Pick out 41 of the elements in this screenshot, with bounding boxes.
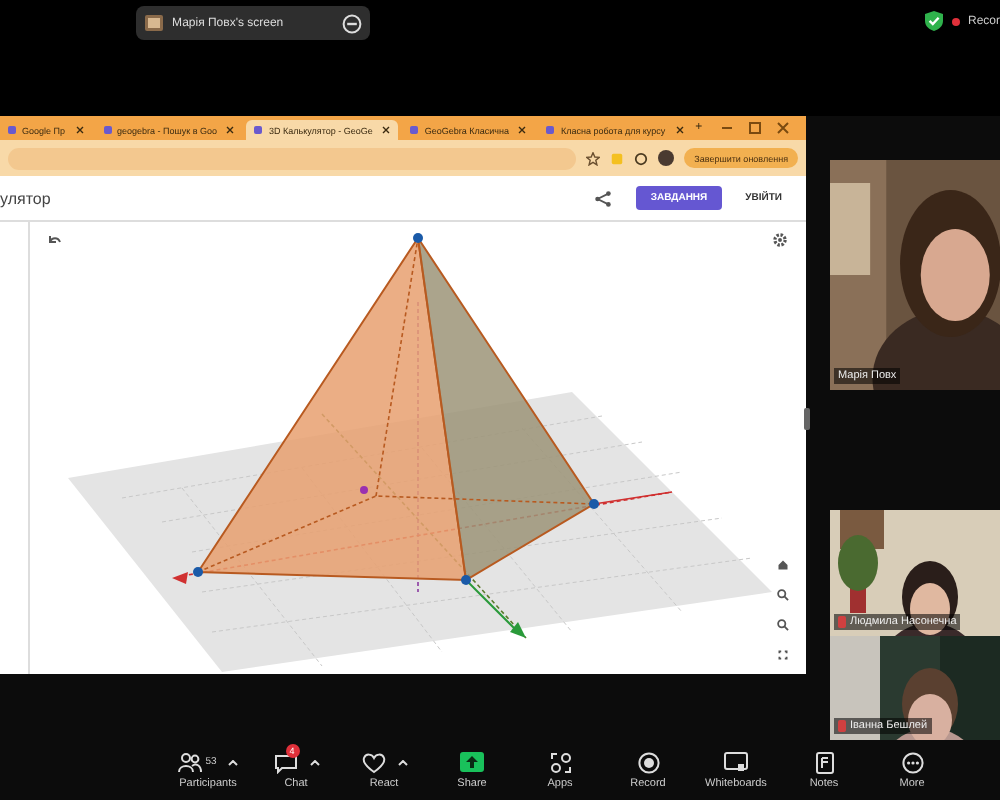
fullscreen-icon[interactable] <box>774 646 792 664</box>
close-icon[interactable] <box>75 126 83 134</box>
record-icon <box>637 751 659 773</box>
window-controls-icon[interactable] <box>722 122 790 134</box>
screen-icon <box>144 14 164 32</box>
tab-icon <box>546 126 555 134</box>
address-field[interactable] <box>8 147 577 169</box>
zoom-out-icon[interactable] <box>774 616 792 634</box>
close-icon[interactable] <box>675 126 684 134</box>
scroll-handle[interactable] <box>804 408 810 430</box>
home-icon[interactable] <box>774 556 792 574</box>
chat-icon <box>273 751 297 773</box>
notes-icon <box>815 751 833 773</box>
tab-icon <box>8 126 16 134</box>
tab-icon <box>103 126 111 134</box>
close-icon[interactable] <box>226 126 235 134</box>
undo-icon[interactable] <box>48 234 62 246</box>
recording-dot-icon <box>951 17 960 25</box>
zoom-in-icon[interactable] <box>774 586 792 604</box>
whiteboard-icon <box>724 752 748 772</box>
tab-icon <box>410 126 419 134</box>
heart-icon <box>361 751 385 773</box>
close-icon[interactable] <box>518 126 527 134</box>
star-icon[interactable] <box>586 151 601 165</box>
settings-icon[interactable] <box>772 232 788 248</box>
shield-icon[interactable] <box>923 10 944 32</box>
caret-icon[interactable] <box>309 759 319 765</box>
muted-mic-icon <box>838 616 846 628</box>
caret-icon[interactable] <box>397 759 407 765</box>
share-screen-icon <box>460 752 484 772</box>
avatar-icon[interactable] <box>658 150 675 166</box>
people-icon <box>177 751 202 773</box>
apps-icon <box>549 751 571 773</box>
tab-icon <box>254 126 263 134</box>
caret-icon[interactable] <box>228 759 239 765</box>
close-icon[interactable] <box>382 126 391 134</box>
muted-mic-icon <box>838 720 846 732</box>
more-icon <box>901 751 923 773</box>
share-icon[interactable] <box>594 189 613 207</box>
more-icon[interactable] <box>342 13 362 33</box>
app-title: улятор <box>0 189 51 207</box>
